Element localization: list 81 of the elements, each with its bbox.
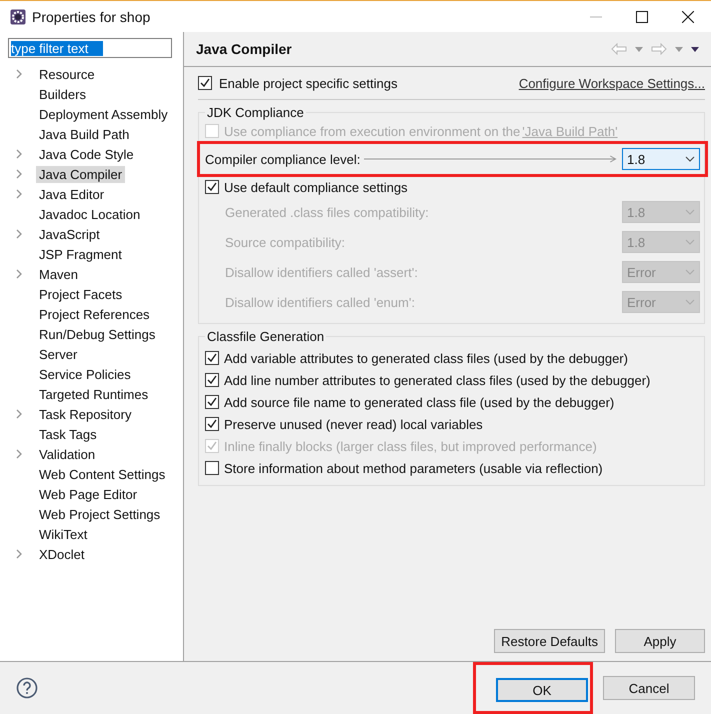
- field-label: Compiler compliance level:: [205, 152, 360, 166]
- tree-item[interactable]: Deployment Assembly: [36, 106, 171, 122]
- checkbox-label: Enable project specific settings: [219, 76, 398, 90]
- chevron-down-icon: [685, 156, 695, 162]
- checkbox-label: Add source file name to generated class file (used by the debugger): [224, 394, 614, 410]
- workspace-settings-link[interactable]: Configure Workspace Settings...: [518, 76, 705, 90]
- tree-item[interactable]: Javadoc Location: [36, 206, 144, 222]
- tree-item[interactable]: Run/Debug Settings: [36, 326, 158, 342]
- chevron-icon[interactable]: [16, 449, 22, 459]
- tree-item[interactable]: Web Content Settings: [36, 466, 168, 482]
- field-label: Source compatibility:: [225, 234, 345, 250]
- compliance-dropdown[interactable]: 1.8: [622, 148, 700, 170]
- tree-item[interactable]: Maven: [36, 266, 82, 282]
- tree-item[interactable]: Task Tags: [36, 426, 100, 442]
- tree-item[interactable]: Java Editor: [36, 186, 108, 202]
- checkbox-label: Add variable attributes to generated class files (used by the debugger): [224, 350, 628, 366]
- page-button[interactable]: Restore Defaults: [494, 629, 605, 653]
- group-title: JDK Compliance: [205, 105, 306, 120]
- tree-item[interactable]: Targeted Runtimes: [36, 386, 152, 402]
- arrow-line-icon: [364, 155, 618, 163]
- maximize-icon[interactable]: [636, 10, 648, 22]
- checkbox[interactable]: [205, 373, 219, 387]
- chevron-icon[interactable]: [16, 549, 22, 559]
- checkbox[interactable]: [205, 351, 219, 365]
- page-title: Java Compiler: [196, 41, 292, 57]
- tree-item[interactable]: JSP Fragment: [36, 246, 125, 262]
- checkbox[interactable]: [198, 76, 212, 90]
- tree-item[interactable]: XDoclet: [36, 546, 88, 562]
- filter-field[interactable]: type filter text: [8, 38, 172, 58]
- checkbox[interactable]: [205, 461, 219, 475]
- tree-item[interactable]: Service Policies: [36, 366, 134, 382]
- dropdown-caret-icon[interactable]: [675, 46, 683, 52]
- window-title: Properties for shop: [32, 8, 150, 24]
- forward-arrow-icon[interactable]: [651, 43, 667, 55]
- chevron-icon[interactable]: [16, 269, 22, 279]
- tree-item[interactable]: Server: [36, 346, 80, 362]
- chevron-down-icon: [685, 239, 695, 245]
- chevron-icon[interactable]: [16, 409, 22, 419]
- tree-item[interactable]: Project Facets: [36, 286, 126, 302]
- checkbox-label: Use compliance from execution environment on the: [224, 124, 520, 138]
- field-label: Disallow identifiers called 'enum':: [225, 294, 415, 310]
- chevron-icon[interactable]: [16, 149, 22, 159]
- tree-item[interactable]: Java Code Style: [36, 146, 137, 162]
- dialog-button[interactable]: Cancel: [603, 676, 695, 700]
- help-icon[interactable]: [16, 677, 38, 699]
- tree-item[interactable]: Task Repository: [36, 406, 134, 422]
- group-title: Classfile Generation: [205, 329, 326, 344]
- back-arrow-icon[interactable]: [611, 43, 627, 55]
- tree-item[interactable]: Validation: [36, 446, 98, 462]
- tree-item[interactable]: Resource: [36, 66, 98, 82]
- chevron-icon[interactable]: [16, 189, 22, 199]
- field-label: Disallow identifiers called 'assert':: [225, 264, 418, 280]
- checkbox-label: Add line number attributes to generated class files (used by the debugger): [224, 372, 650, 388]
- tree-item[interactable]: Builders: [36, 86, 89, 102]
- menu-caret-icon[interactable]: [691, 46, 699, 52]
- tree-item[interactable]: Java Compiler: [36, 166, 126, 182]
- checkbox[interactable]: [205, 417, 219, 431]
- tree-item[interactable]: JavaScript: [36, 226, 103, 242]
- chevron-down-icon: [685, 209, 695, 215]
- gear-icon: [10, 8, 26, 24]
- chevron-down-icon: [685, 269, 695, 275]
- checkbox[interactable]: [205, 180, 219, 194]
- close-icon[interactable]: [682, 10, 694, 22]
- field-label: Generated .class files compatibility:: [225, 204, 429, 220]
- dropdown-caret-icon[interactable]: [635, 46, 643, 52]
- checkbox-label: Preserve unused (never read) local variables: [224, 416, 483, 432]
- chevron-icon[interactable]: [16, 229, 22, 239]
- tree-item[interactable]: Web Project Settings: [36, 506, 164, 522]
- tree-item[interactable]: Project References: [36, 306, 153, 322]
- chevron-icon[interactable]: [16, 69, 22, 79]
- checkbox-label: Inline finally blocks (larger class files, but improved performance): [224, 438, 597, 454]
- tree-item[interactable]: Web Page Editor: [36, 486, 140, 502]
- chevron-down-icon: [685, 299, 695, 305]
- checkbox-label: Store information about method parameters (usable via reflection): [224, 460, 603, 476]
- tree-item[interactable]: Java Build Path: [36, 126, 132, 142]
- checkbox-label: Use default compliance settings: [224, 180, 408, 194]
- dialog-button[interactable]: OK: [496, 678, 588, 702]
- checkbox[interactable]: [205, 395, 219, 409]
- page-button[interactable]: Apply: [615, 629, 705, 653]
- tree-item[interactable]: WikiText: [36, 526, 90, 542]
- chevron-icon[interactable]: [16, 169, 22, 179]
